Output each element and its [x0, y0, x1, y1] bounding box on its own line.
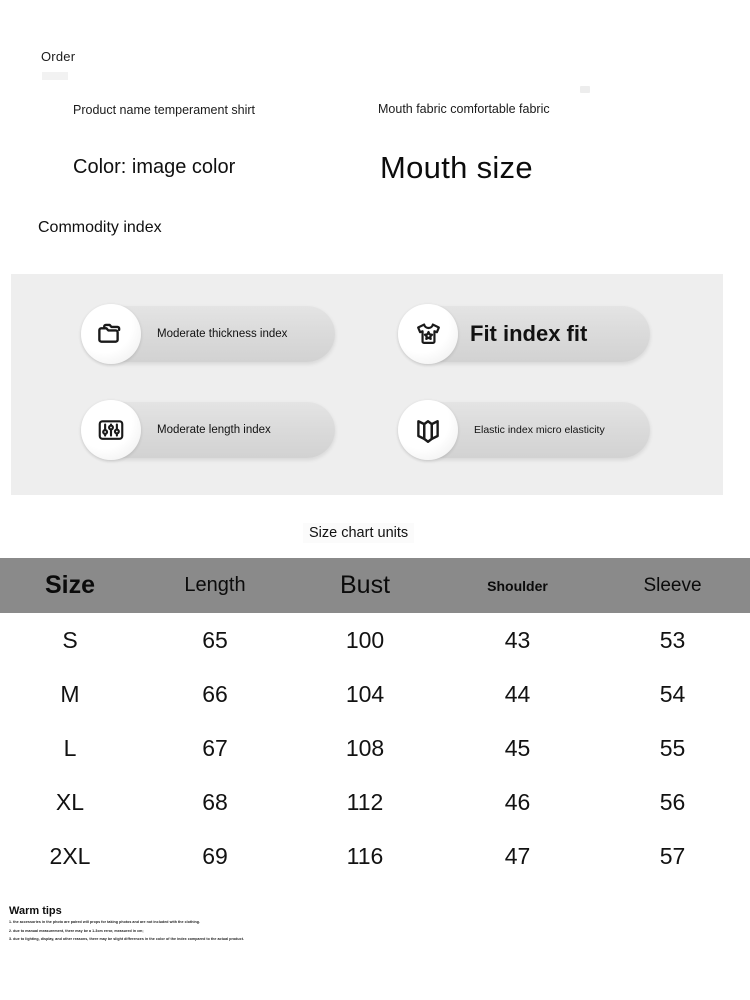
index-pill-fit: Fit index fit	[398, 304, 650, 364]
cell-shoulder: 43	[504, 626, 531, 653]
cell-bust: 112	[346, 788, 384, 815]
folder-icon	[81, 304, 141, 364]
fabric-name-text: Mouth fabric comfortable fabric	[378, 102, 550, 116]
cell-sleeve: 54	[659, 680, 686, 707]
cell-size: L	[63, 734, 77, 761]
cell-sleeve: 53	[659, 626, 686, 653]
mouth-size-heading: Mouth size	[380, 150, 533, 185]
warm-tip-line: 1. the accessories in the photo are pair…	[9, 920, 201, 924]
index-pill-length-label: Moderate length index	[157, 424, 271, 436]
cell-shoulder: 47	[504, 842, 531, 869]
cell-sleeve: 56	[659, 788, 686, 815]
cell-length: 65	[202, 626, 228, 653]
cell-sleeve: 57	[659, 842, 686, 869]
index-pill-elastic-label: Elastic index micro elasticity	[474, 424, 605, 436]
column-header-bust: Bust	[339, 571, 391, 599]
cell-size: XL	[55, 788, 85, 815]
column-header-length: Length	[184, 574, 246, 596]
size-chart-units-label: Size chart units	[303, 523, 415, 543]
cell-bust: 100	[345, 626, 385, 653]
cell-length: 67	[202, 734, 228, 761]
table-row: XL 68 112 46 56	[0, 775, 750, 829]
index-pill-length: Moderate length index	[81, 400, 335, 460]
warm-tip-line: 3. due to lighting, display, and other r…	[9, 937, 245, 942]
cell-length: 69	[202, 842, 228, 869]
warm-tip-line: 2. due to manual measurement, there may …	[9, 928, 144, 933]
cell-bust: 108	[345, 734, 385, 761]
cell-shoulder: 46	[504, 788, 531, 815]
cell-shoulder: 45	[504, 734, 531, 761]
order-label: Order	[41, 49, 76, 64]
cell-shoulder: 44	[504, 680, 531, 707]
index-pill-fit-label: Fit index fit	[470, 321, 588, 346]
table-row: M 66 104 44 54	[0, 667, 750, 721]
table-row: L 67 108 45 55	[0, 721, 750, 775]
cell-bust: 116	[346, 842, 384, 869]
tshirt-icon	[398, 304, 458, 364]
cell-length: 68	[202, 788, 228, 815]
compression-artifact	[42, 72, 68, 80]
index-pill-thickness-label: Moderate thickness index	[157, 328, 288, 340]
product-name-text: Product name temperament shirt	[73, 103, 256, 117]
map-icon	[398, 400, 458, 460]
cell-length: 66	[202, 680, 228, 707]
index-pill-thickness: Moderate thickness index	[81, 304, 335, 364]
color-text: Color: image color	[73, 156, 236, 178]
sliders-icon	[81, 400, 141, 460]
warm-tips-title: Warm tips	[9, 905, 62, 917]
commodity-index-heading: Commodity index	[38, 219, 162, 236]
commodity-index-panel: Moderate thickness index Moderate length…	[11, 274, 723, 495]
column-header-shoulder: Shoulder	[487, 577, 548, 594]
table-row: S 65 100 43 53	[0, 613, 750, 667]
cell-bust: 104	[345, 680, 385, 707]
cell-sleeve: 55	[659, 734, 686, 761]
column-header-size: Size	[44, 571, 96, 599]
cell-size: M	[60, 680, 80, 707]
table-header-row: Size Length Bust Shoulder Sleeve	[0, 558, 750, 613]
compression-artifact	[580, 86, 590, 93]
column-header-sleeve: Sleeve	[643, 574, 702, 596]
size-chart-table: Size Length Bust Shoulder Sleeve S 65 10…	[0, 558, 750, 883]
cell-size: 2XL	[49, 842, 91, 869]
index-pill-elastic: Elastic index micro elasticity	[398, 400, 650, 460]
table-row: 2XL 69 116 47 57	[0, 829, 750, 883]
cell-size: S	[62, 626, 78, 653]
warm-tips-section: Warm tips 1. the accessories in the phot…	[9, 905, 309, 946]
